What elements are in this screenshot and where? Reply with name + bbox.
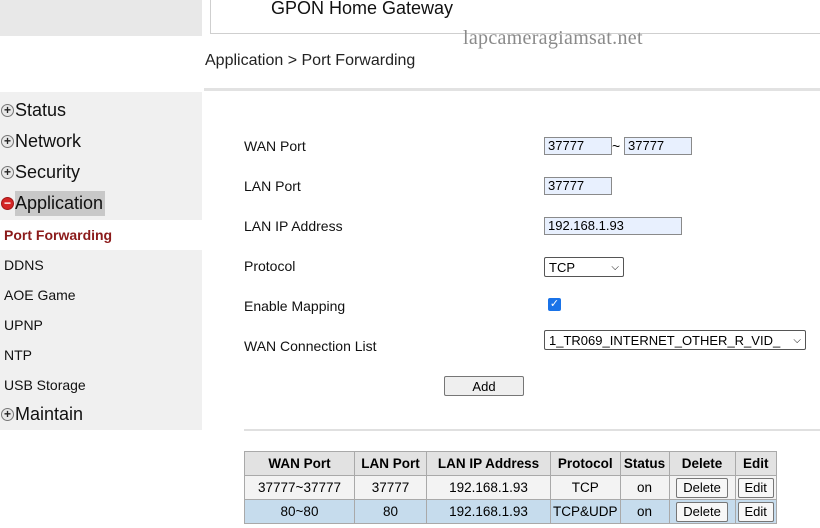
wan-connection-select[interactable]: 1_TR069_INTERNET_OTHER_R_VID_ ⌵ xyxy=(544,330,806,350)
sidebar-group-network[interactable]: + Network xyxy=(0,128,81,154)
wan-port-end-input[interactable]: 37777 xyxy=(624,137,692,155)
sidebar-group-maintain[interactable]: + Maintain xyxy=(0,401,83,427)
sidebar-item-aoe-game[interactable]: AOE Game xyxy=(0,280,202,310)
sidebar-item-ntp[interactable]: NTP xyxy=(0,340,202,370)
column-header-lan-port: LAN Port xyxy=(354,451,427,476)
column-header-status: Status xyxy=(619,451,670,476)
cell-delete: Delete xyxy=(668,499,736,524)
delete-button[interactable]: Delete xyxy=(676,477,728,498)
column-header-delete: Delete xyxy=(668,451,736,476)
lan-ip-label: LAN IP Address xyxy=(244,218,343,234)
table-header-row: WAN Port LAN Port LAN IP Address Protoco… xyxy=(244,451,777,476)
port-forwarding-table: WAN Port LAN Port LAN IP Address Protoco… xyxy=(244,451,777,524)
sidebar-group-label: Status xyxy=(15,99,67,120)
sidebar-item-upnp[interactable]: UPNP xyxy=(0,310,202,340)
cell-status: on xyxy=(619,499,670,524)
wan-port-start-input[interactable]: 37777 xyxy=(544,137,612,155)
port-range-separator: ~ xyxy=(612,138,621,154)
cell-lan-port: 80 xyxy=(354,499,427,524)
edit-button[interactable]: Edit xyxy=(737,477,774,498)
delete-button[interactable]: Delete xyxy=(676,501,728,522)
section-divider xyxy=(244,429,820,431)
wan-connection-label: WAN Connection List xyxy=(244,338,377,354)
table-row: 80~80 80 192.168.1.93 TCP&UDP on Delete … xyxy=(244,499,777,524)
app-title: GPON Home Gateway xyxy=(271,0,454,18)
edit-button[interactable]: Edit xyxy=(737,501,774,522)
lan-ip-input[interactable]: 192.168.1.93 xyxy=(544,217,682,235)
expand-plus-icon: + xyxy=(1,103,14,117)
column-header-wan-port: WAN Port xyxy=(244,451,355,476)
table-row: 37777~37777 37777 192.168.1.93 TCP on De… xyxy=(244,475,777,500)
cell-delete: Delete xyxy=(668,475,736,500)
lan-port-label: LAN Port xyxy=(244,178,301,194)
sidebar-group-status[interactable]: + Status xyxy=(0,97,66,123)
header-left-panel xyxy=(0,0,202,36)
wan-port-label: WAN Port xyxy=(244,138,306,154)
chevron-down-icon: ⌵ xyxy=(611,261,619,273)
column-header-lan-ip: LAN IP Address xyxy=(426,451,551,476)
expand-plus-icon: + xyxy=(1,134,14,148)
column-header-protocol: Protocol xyxy=(550,451,621,476)
sidebar-group-security[interactable]: + Security xyxy=(0,159,80,185)
cell-wan-port: 80~80 xyxy=(244,499,355,524)
lan-port-input[interactable]: 37777 xyxy=(544,177,612,195)
cell-wan-port: 37777~37777 xyxy=(244,475,355,500)
breadcrumb-divider xyxy=(204,88,820,91)
cell-lan-port: 37777 xyxy=(354,475,427,500)
cell-edit: Edit xyxy=(734,499,777,524)
cell-lan-ip: 192.168.1.93 xyxy=(426,499,551,524)
sidebar-group-label: Maintain xyxy=(15,403,84,424)
cell-status: on xyxy=(619,475,670,500)
sidebar-item-ddns[interactable]: DDNS xyxy=(0,250,202,280)
enable-mapping-checkbox[interactable]: ✓ xyxy=(548,298,561,311)
chevron-down-icon: ⌵ xyxy=(793,334,801,346)
protocol-select-value: TCP xyxy=(549,259,575,275)
sidebar-group-application[interactable]: − Application xyxy=(0,190,106,216)
protocol-select[interactable]: TCP ⌵ xyxy=(544,257,624,277)
cell-protocol: TCP xyxy=(550,475,621,500)
expand-plus-icon: + xyxy=(1,407,14,421)
cell-protocol: TCP&UDP xyxy=(550,499,621,524)
sidebar-group-label: Security xyxy=(15,161,81,182)
cell-lan-ip: 192.168.1.93 xyxy=(426,475,551,500)
breadcrumb: Application > Port Forwarding xyxy=(205,52,416,69)
watermark: lapcameragiamsat.net xyxy=(463,27,643,49)
sidebar-group-label: Network xyxy=(15,130,82,151)
cell-edit: Edit xyxy=(734,475,777,500)
expand-plus-icon: + xyxy=(1,165,14,179)
collapse-minus-icon: − xyxy=(1,196,14,210)
column-header-edit: Edit xyxy=(734,451,777,476)
protocol-label: Protocol xyxy=(244,258,296,274)
sidebar-item-usb-storage[interactable]: USB Storage xyxy=(0,370,202,400)
sidebar-item-port-forwarding[interactable]: Port Forwarding xyxy=(0,220,202,250)
enable-mapping-label: Enable Mapping xyxy=(244,298,346,314)
wan-connection-select-value: 1_TR069_INTERNET_OTHER_R_VID_ xyxy=(549,332,781,348)
add-button[interactable]: Add xyxy=(444,376,524,396)
sidebar-group-label: Application xyxy=(15,190,106,216)
